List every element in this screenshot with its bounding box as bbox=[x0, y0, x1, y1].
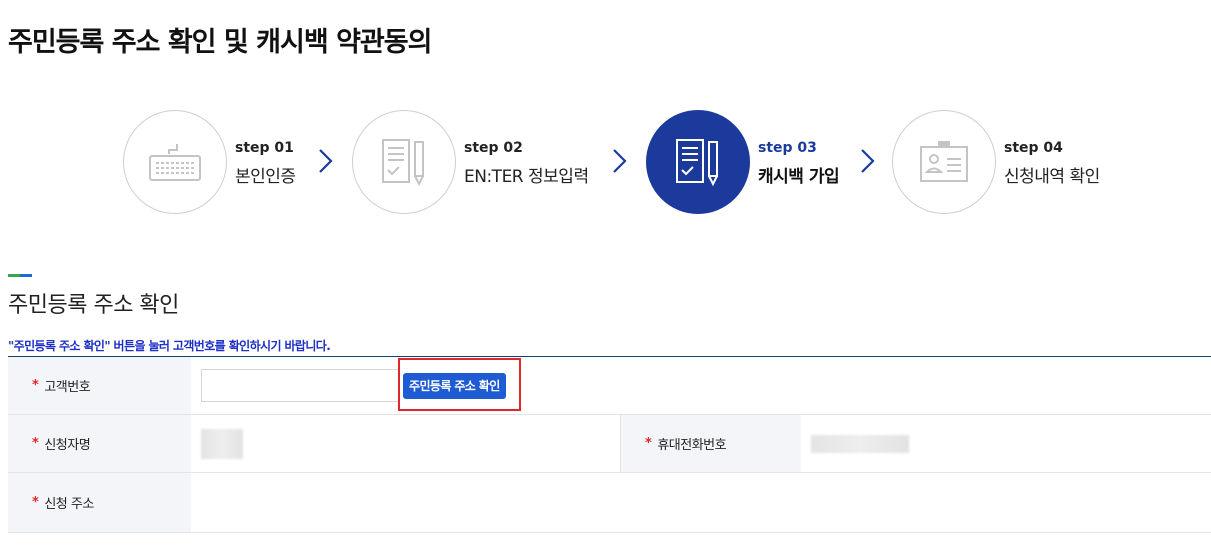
chevron-right-icon bbox=[861, 149, 875, 173]
notice-text: "주민등록 주소 확인" 버튼을 눌러 고객번호를 확인하시기 바랍니다. bbox=[8, 339, 331, 353]
step-4-circle bbox=[892, 110, 996, 214]
form-row-customer-number: * 고객번호 주민등록 주소 확인 bbox=[8, 357, 1211, 415]
applicant-label-cell: * 신청자명 bbox=[8, 415, 191, 472]
customer-number-label: 고객번호 bbox=[44, 380, 91, 395]
id-card-icon bbox=[920, 141, 968, 182]
step-2-circle bbox=[352, 110, 456, 214]
step-1-number: step 01 bbox=[235, 140, 294, 156]
required-mark: * bbox=[32, 378, 39, 393]
form-row-address: * 신청 주소 bbox=[8, 473, 1211, 533]
step-2-label: EN:TER 정보입력 bbox=[464, 167, 589, 187]
address-form: * 고객번호 주민등록 주소 확인 * 신청자명 * 휴대전화번호 * 신청 주… bbox=[8, 356, 1211, 533]
step-3-number: step 03 bbox=[758, 140, 817, 156]
phone-value-cell bbox=[801, 415, 1211, 472]
step-4-label: 신청내역 확인 bbox=[1004, 167, 1100, 187]
applicant-label: 신청자명 bbox=[44, 438, 91, 453]
step-progress: step 01 본인인증 step 02 EN:TER 정보입력 step 03… bbox=[0, 110, 1211, 220]
step-1-circle bbox=[123, 110, 227, 214]
keyboard-icon bbox=[149, 144, 201, 181]
step-2-number: step 02 bbox=[464, 140, 523, 156]
step-4-number: step 04 bbox=[1004, 140, 1063, 156]
address-value-cell bbox=[191, 473, 1211, 532]
customer-number-input[interactable] bbox=[201, 369, 399, 402]
phone-label-cell: * 휴대전화번호 bbox=[620, 415, 801, 472]
customer-number-cell: 주민등록 주소 확인 bbox=[191, 357, 1211, 414]
address-label-cell: * 신청 주소 bbox=[8, 473, 191, 532]
address-label: 신청 주소 bbox=[44, 497, 94, 512]
form-row-applicant: * 신청자명 * 휴대전화번호 bbox=[8, 415, 1211, 473]
chevron-right-icon bbox=[319, 149, 333, 173]
applicant-name-cell bbox=[191, 415, 620, 472]
applicant-name-redacted bbox=[201, 428, 243, 459]
section-title: 주민등록 주소 확인 bbox=[8, 293, 179, 318]
section-accent-bar bbox=[8, 274, 32, 277]
customer-number-label-cell: * 고객번호 bbox=[8, 357, 191, 414]
step-3-label: 캐시백 가입 bbox=[758, 167, 840, 187]
required-mark: * bbox=[645, 436, 652, 451]
document-pencil-icon bbox=[676, 139, 718, 187]
chevron-right-icon bbox=[613, 149, 627, 173]
phone-label: 휴대전화번호 bbox=[657, 438, 727, 453]
highlight-frame bbox=[398, 358, 521, 411]
required-mark: * bbox=[32, 436, 39, 451]
page-title: 주민등록 주소 확인 및 캐시백 약관동의 bbox=[8, 27, 432, 58]
phone-value-redacted bbox=[811, 434, 909, 453]
document-pencil-icon bbox=[382, 139, 424, 187]
step-1-label: 본인인증 bbox=[235, 167, 296, 187]
step-3-circle bbox=[646, 110, 750, 214]
required-mark: * bbox=[32, 495, 39, 510]
